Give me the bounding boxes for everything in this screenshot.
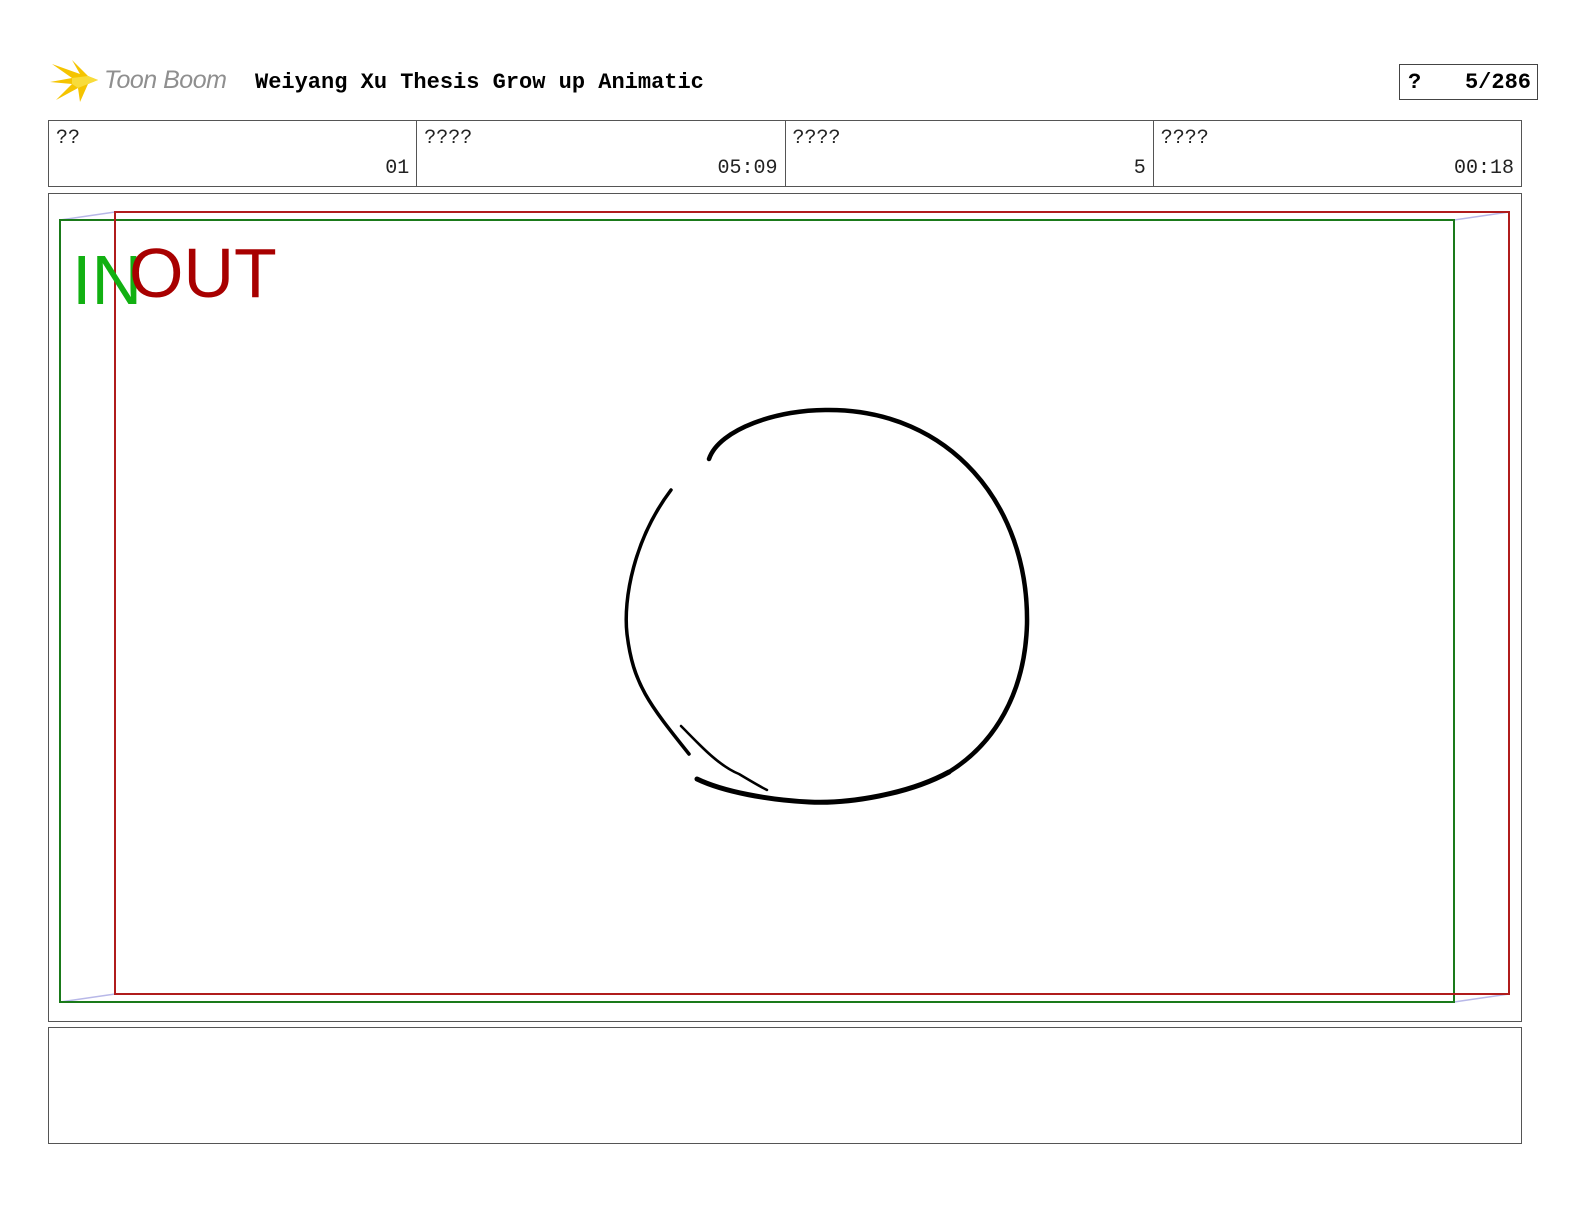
cell-value: 5 xyxy=(1133,157,1146,180)
info-cell-scene: ?? 01 xyxy=(49,121,418,186)
toon-boom-logo: Toon Boom xyxy=(50,56,250,106)
camera-guide-line xyxy=(1453,993,1510,1003)
info-cell-duration: ???? 05:09 xyxy=(417,121,786,186)
notes-box[interactable] xyxy=(48,1027,1522,1144)
camera-guide-line xyxy=(59,211,116,221)
cell-value: 00:18 xyxy=(1453,157,1514,180)
info-cell-panel: ???? 5 xyxy=(786,121,1154,186)
project-title: Weiyang Xu Thesis Grow up Animatic xyxy=(255,70,704,95)
circle-sketch xyxy=(624,407,1030,805)
cell-label: ???? xyxy=(792,127,841,150)
out-camera-frame[interactable] xyxy=(114,211,1510,995)
info-cell-panel-duration: ???? 00:18 xyxy=(1154,121,1521,186)
cell-label: ???? xyxy=(424,127,473,150)
burst-star-icon xyxy=(50,60,98,102)
panel-info-row: ?? 01 ???? 05:09 ???? 5 ???? 00:18 xyxy=(48,120,1522,187)
camera-guide-line xyxy=(1453,211,1510,221)
out-label: OUT xyxy=(129,234,277,312)
page-number: 5/286 xyxy=(1464,70,1531,95)
logo-text: Toon Boom xyxy=(104,66,227,94)
storyboard-header: Toon Boom Weiyang Xu Thesis Grow up Anim… xyxy=(50,56,1540,106)
camera-guide-line xyxy=(59,993,116,1003)
page-prefix: ? xyxy=(1408,70,1422,95)
storyboard-panel: IN OUT xyxy=(48,193,1522,1022)
cell-value: 01 xyxy=(385,157,410,180)
panel-canvas: IN OUT xyxy=(59,211,1510,1003)
cell-value: 05:09 xyxy=(717,157,778,180)
page-indicator: ? 5/286 xyxy=(1399,64,1538,100)
in-camera-frame[interactable] xyxy=(59,219,1455,1003)
cell-label: ?? xyxy=(56,127,81,150)
cell-label: ???? xyxy=(1160,127,1209,150)
